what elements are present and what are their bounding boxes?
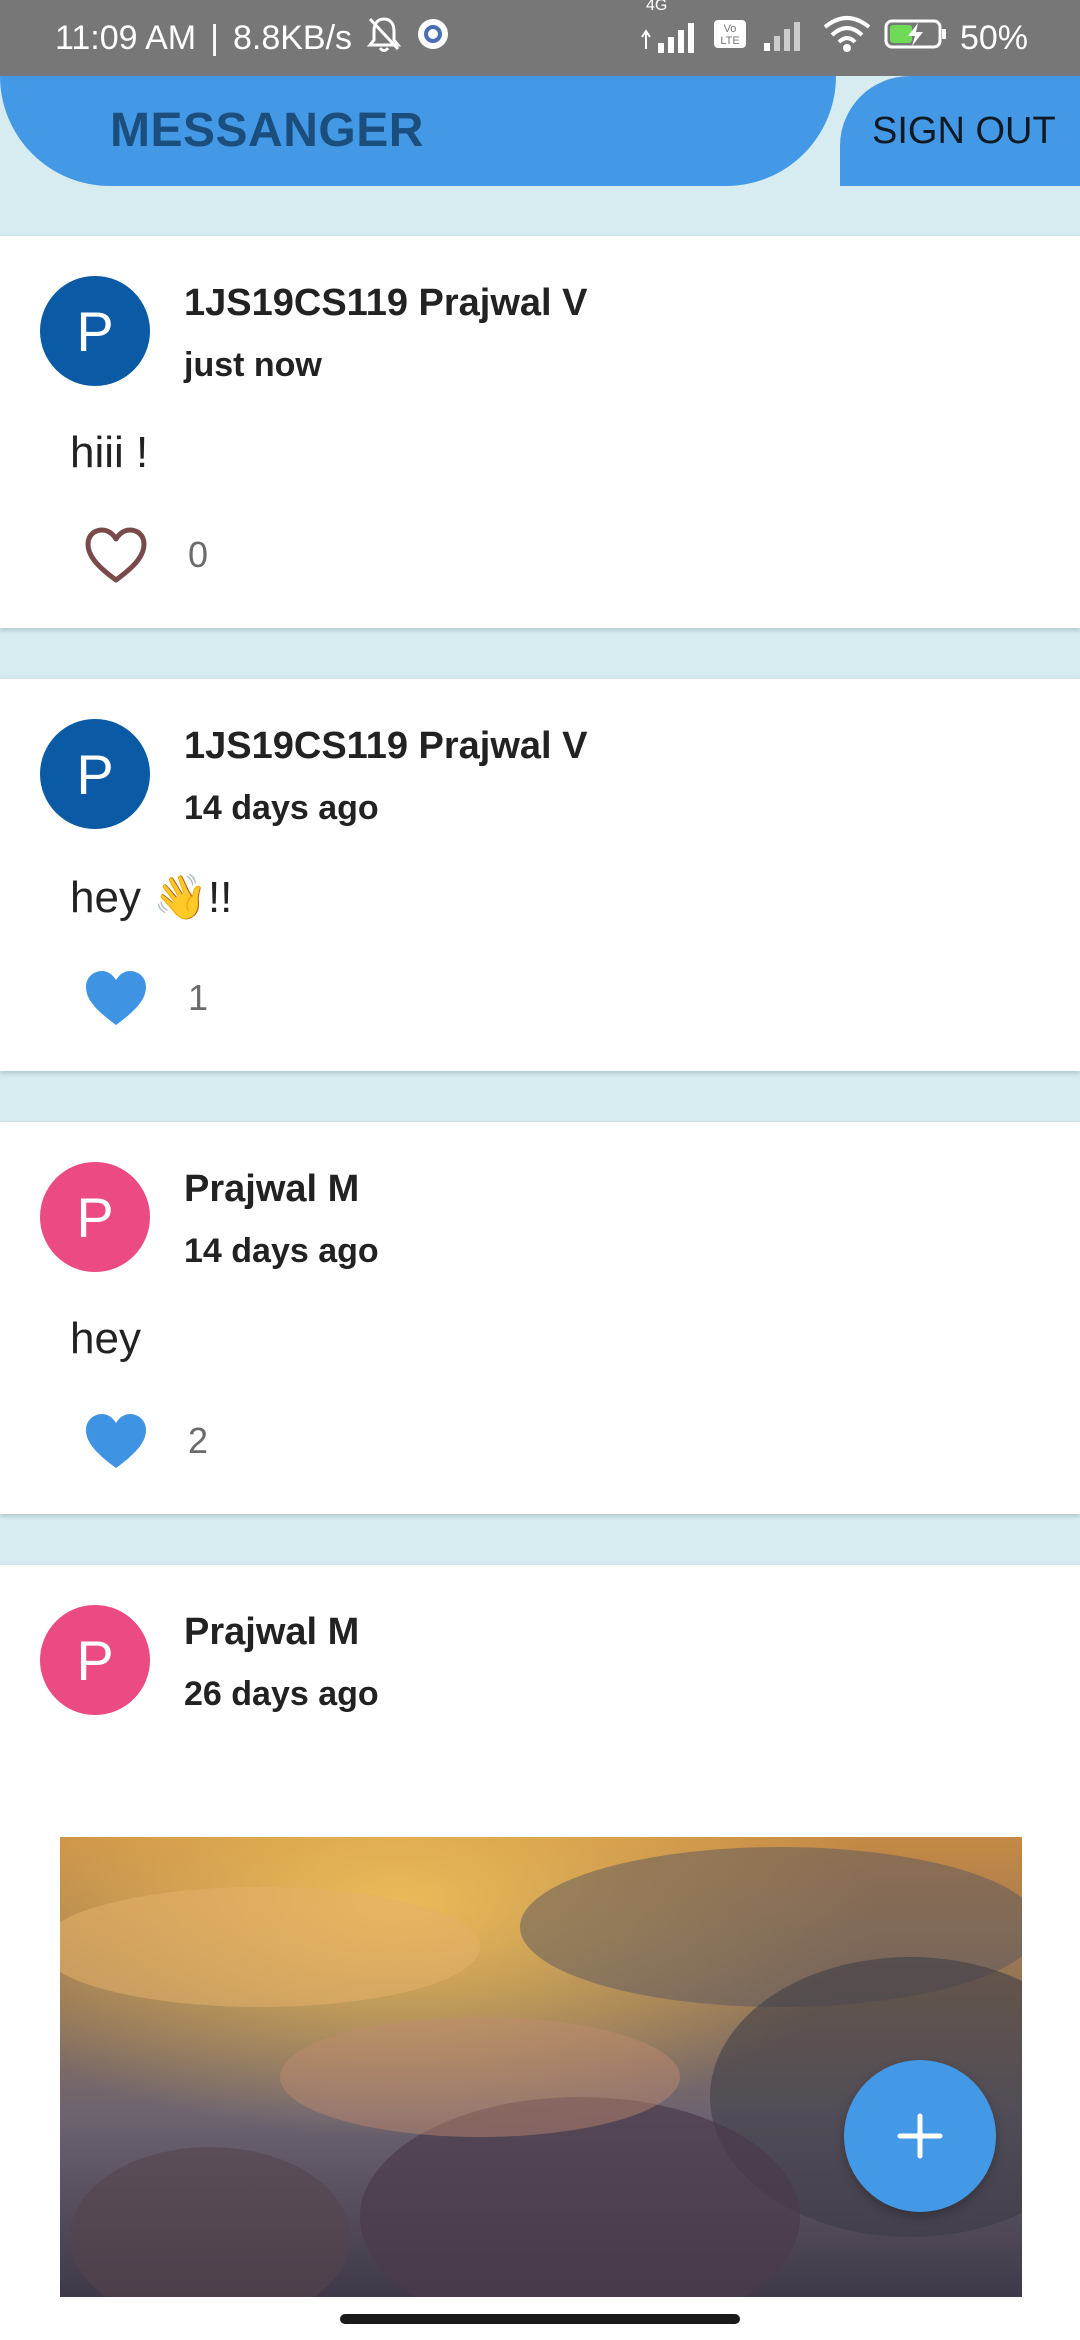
- wifi-icon: [822, 15, 872, 62]
- home-indicator[interactable]: [340, 2314, 740, 2324]
- signal-icon: [760, 17, 810, 60]
- network-type-label: 4G: [645, 0, 668, 14]
- avatar: P: [40, 1162, 150, 1272]
- status-separator: |: [210, 18, 219, 57]
- post-time: 14 days ago: [184, 1232, 379, 1270]
- like-count: 0: [188, 534, 209, 575]
- svg-text:Vo: Vo: [724, 23, 737, 35]
- avatar: P: [40, 276, 150, 386]
- battery-charging-icon: [884, 17, 948, 60]
- like-count: 1: [188, 977, 209, 1018]
- avatar: P: [40, 1605, 150, 1715]
- sign-out-label: SIGN OUT: [872, 110, 1056, 152]
- post-time: 14 days ago: [184, 789, 379, 827]
- post-author: Prajwal M: [184, 1611, 360, 1653]
- add-post-button[interactable]: [844, 2060, 996, 2212]
- avatar: P: [40, 719, 150, 829]
- post-author: 1JS19CS119 Prajwal V: [184, 282, 588, 324]
- post-card: P Prajwal M 14 days ago hey 2: [0, 1122, 1080, 1514]
- gear-badge-icon: [416, 17, 450, 60]
- post-author: 1JS19CS119 Prajwal V: [184, 725, 588, 767]
- heart-outline-icon[interactable]: [84, 526, 148, 586]
- post-time: 26 days ago: [184, 1675, 379, 1713]
- network-speed: 8.8KB/s: [232, 18, 353, 57]
- post-author: Prajwal M: [184, 1168, 360, 1210]
- post-time: just now: [184, 346, 322, 384]
- post-card: P 1JS19CS119 Prajwal V 14 days ago hey 👋…: [0, 679, 1080, 1071]
- heart-filled-icon[interactable]: [84, 969, 148, 1029]
- title-bar: MESSANGER: [0, 76, 836, 186]
- sign-out-button[interactable]: SIGN OUT: [840, 76, 1080, 186]
- post-card: P Prajwal M 26 days ago: [0, 1565, 1080, 2340]
- app-title: MESSANGER: [110, 104, 424, 157]
- like-count: 2: [188, 1420, 209, 1461]
- post-message: hey: [70, 1314, 141, 1363]
- svg-text:LTE: LTE: [720, 35, 739, 47]
- plus-icon: [897, 2113, 943, 2159]
- volte-icon: Vo LTE: [712, 17, 748, 60]
- bell-off-icon: [366, 15, 402, 62]
- post-card: P 1JS19CS119 Prajwal V just now hiii ! 0: [0, 236, 1080, 628]
- battery-percent: 50%: [959, 18, 1028, 57]
- heart-filled-icon[interactable]: [84, 1412, 148, 1472]
- network-type-icon: 4G: [638, 0, 700, 58]
- post-message: hey 👋!!: [70, 873, 233, 922]
- app-header: MESSANGER SIGN OUT: [0, 76, 1080, 186]
- post-message: hiii !: [70, 428, 149, 477]
- status-time: 11:09 AM: [55, 18, 197, 57]
- status-bar: 11:09 AM | 8.8KB/s 4G Vo LTE 50%: [0, 0, 1080, 76]
